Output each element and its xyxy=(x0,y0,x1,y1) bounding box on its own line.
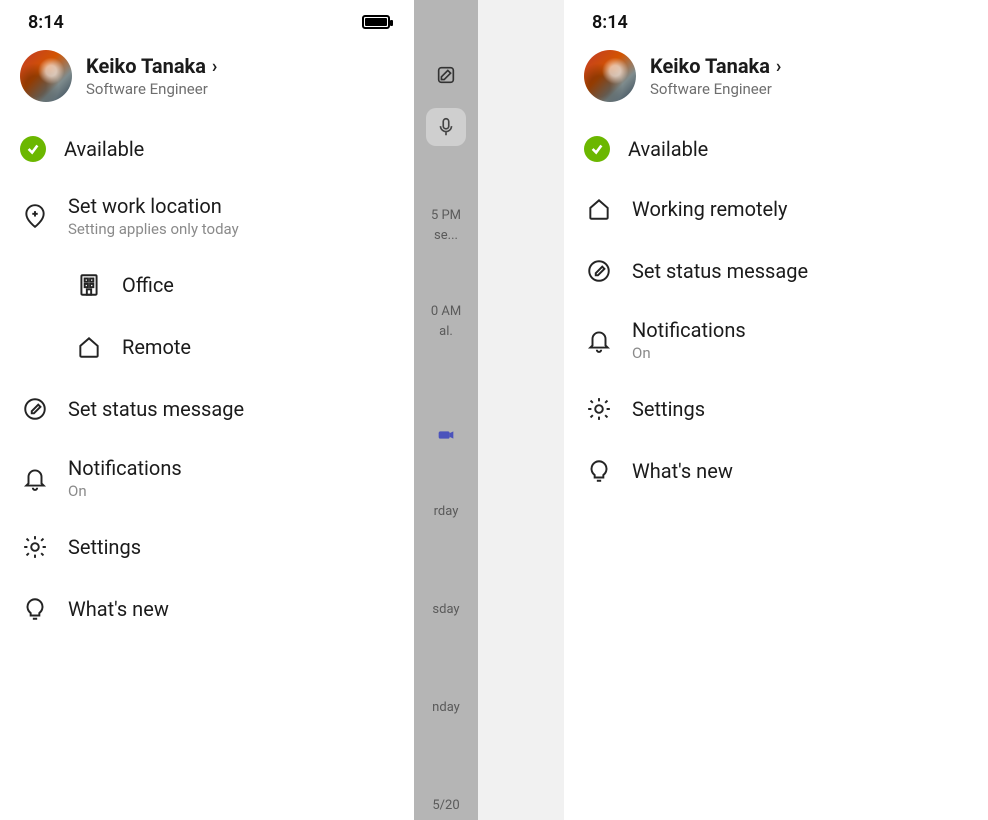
bg-day-2: sday xyxy=(432,602,459,617)
office-label: Office xyxy=(122,273,174,297)
presence-available-icon xyxy=(20,136,46,162)
notifications-row[interactable]: Notifications On xyxy=(564,302,988,378)
work-location-office[interactable]: Office xyxy=(0,254,414,316)
presence-label: Available xyxy=(628,137,708,161)
set-status-message-row[interactable]: Set status message xyxy=(564,240,988,302)
screenshot-divider xyxy=(478,0,564,820)
profile-role: Software Engineer xyxy=(86,80,217,98)
office-building-icon xyxy=(74,270,104,300)
status-bar: 8:14 xyxy=(564,0,988,44)
whats-new-label: What's new xyxy=(68,597,169,621)
work-location-subtitle: Setting applies only today xyxy=(68,220,239,238)
presence-available-icon xyxy=(584,136,610,162)
home-icon xyxy=(74,332,104,362)
settings-row[interactable]: Settings xyxy=(0,516,414,578)
compose-icon[interactable] xyxy=(429,58,463,92)
profile-name: Keiko Tanaka xyxy=(650,54,770,78)
presence-row[interactable]: Available xyxy=(564,120,988,178)
gear-icon xyxy=(20,532,50,562)
background-chat-list: 5 PM se... 0 AM al. rday sday nday 5/20 xyxy=(414,0,478,820)
profile-header[interactable]: Keiko Tanaka › Software Engineer xyxy=(0,44,414,112)
right-screen: 8:14 Keiko Tanaka › Software Engineer xyxy=(564,0,988,820)
presence-label: Available xyxy=(64,137,144,161)
edit-status-icon xyxy=(584,256,614,286)
avatar xyxy=(584,50,636,102)
whats-new-row[interactable]: What's new xyxy=(564,440,988,502)
home-icon xyxy=(584,194,614,224)
chevron-right-icon: › xyxy=(776,56,781,77)
bg-time-1: 5 PM xyxy=(431,208,461,223)
bg-ellipsis-1: se... xyxy=(434,228,458,243)
edit-status-icon xyxy=(20,394,50,424)
profile-header[interactable]: Keiko Tanaka › Software Engineer xyxy=(564,44,988,112)
settings-label: Settings xyxy=(632,397,705,421)
lightbulb-icon xyxy=(584,456,614,486)
work-location-label: Working remotely xyxy=(632,197,787,221)
work-location-row[interactable]: Working remotely xyxy=(564,178,988,240)
work-location-remote[interactable]: Remote xyxy=(0,316,414,378)
notifications-value: On xyxy=(632,344,746,362)
gear-icon xyxy=(584,394,614,424)
bell-icon xyxy=(584,325,614,355)
notifications-title: Notifications xyxy=(632,318,746,342)
bell-icon xyxy=(20,463,50,493)
status-time: 8:14 xyxy=(592,12,628,33)
settings-label: Settings xyxy=(68,535,141,559)
chevron-right-icon: › xyxy=(212,56,217,77)
profile-role: Software Engineer xyxy=(650,80,781,98)
battery-icon xyxy=(362,15,390,29)
profile-name: Keiko Tanaka xyxy=(86,54,206,78)
lightbulb-icon xyxy=(20,594,50,624)
bg-time-2: 0 AM xyxy=(431,304,461,319)
status-time: 8:14 xyxy=(28,12,64,33)
mic-button[interactable] xyxy=(426,108,466,146)
avatar xyxy=(20,50,72,102)
video-call-icon[interactable] xyxy=(431,420,461,450)
whats-new-row[interactable]: What's new xyxy=(0,578,414,640)
bg-day-3: nday xyxy=(432,700,460,715)
notifications-title: Notifications xyxy=(68,456,182,480)
bg-day-1: rday xyxy=(434,504,459,519)
set-status-message-row[interactable]: Set status message xyxy=(0,378,414,440)
presence-row[interactable]: Available xyxy=(0,120,414,178)
status-message-label: Set status message xyxy=(68,397,244,421)
bg-ellipsis-2: al. xyxy=(439,324,453,339)
status-bar: 8:14 xyxy=(0,0,414,44)
notifications-value: On xyxy=(68,482,182,500)
settings-row[interactable]: Settings xyxy=(564,378,988,440)
whats-new-label: What's new xyxy=(632,459,733,483)
status-message-label: Set status message xyxy=(632,259,808,283)
work-location-title: Set work location xyxy=(68,194,239,218)
left-screen: 8:14 Keiko Tanaka › Software Engineer xyxy=(0,0,414,820)
set-work-location-row[interactable]: Set work location Setting applies only t… xyxy=(0,178,414,254)
bg-date: 5/20 xyxy=(432,798,459,813)
notifications-row[interactable]: Notifications On xyxy=(0,440,414,516)
remote-label: Remote xyxy=(122,335,191,359)
location-add-icon xyxy=(20,201,50,231)
